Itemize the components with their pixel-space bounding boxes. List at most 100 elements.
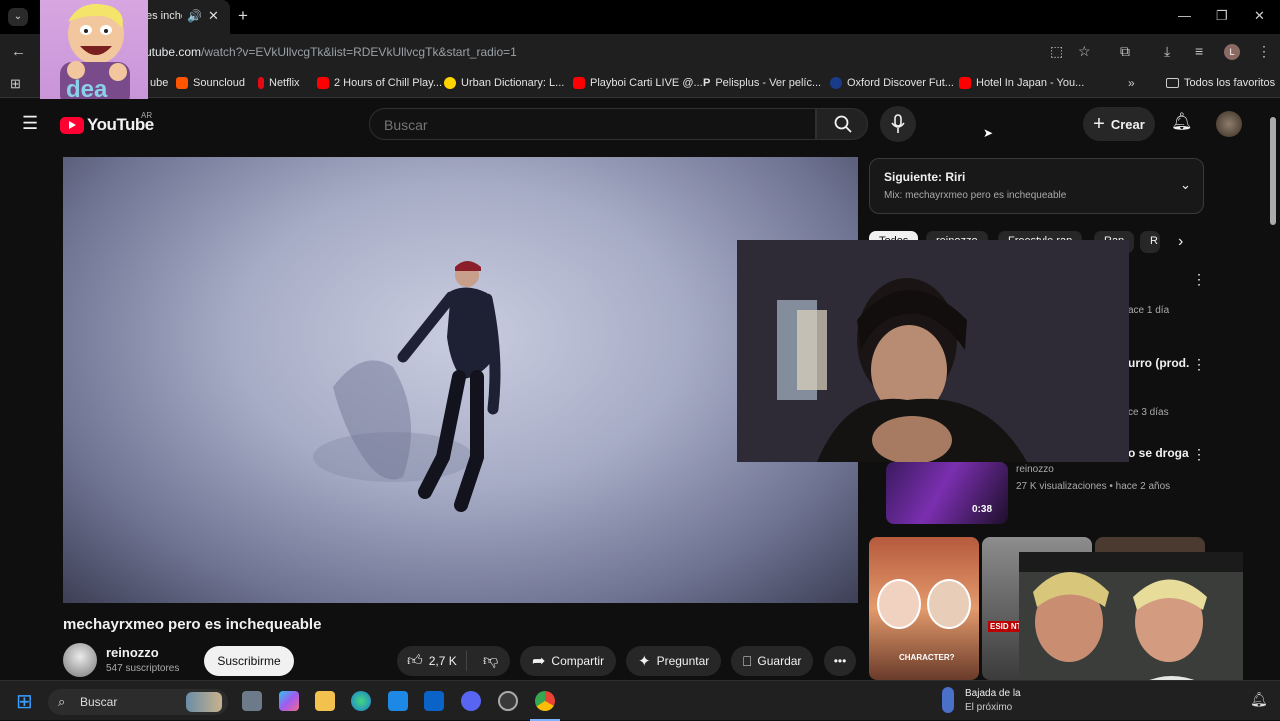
next-up-title: Siguiente: Riri bbox=[884, 170, 966, 184]
subscribe-button[interactable]: Suscribirme bbox=[204, 646, 294, 676]
chips-next-chevron-icon[interactable]: › bbox=[1178, 233, 1183, 251]
create-button[interactable]: + Crear bbox=[1083, 107, 1155, 141]
folder-icon bbox=[1166, 78, 1179, 88]
hamburger-menu-icon[interactable]: ☰ bbox=[22, 113, 38, 134]
tab-title: es inche bbox=[146, 10, 182, 22]
edge-browser-icon[interactable] bbox=[351, 691, 371, 711]
notifications-bell-icon[interactable]: 🔔︎ bbox=[1171, 112, 1193, 132]
like-dislike-group: 👍︎ 2,7 K 👎︎ bbox=[397, 646, 510, 676]
window-restore-icon[interactable]: ❐ bbox=[1216, 8, 1228, 24]
cartoon-avatar-sticker: dea bbox=[40, 0, 148, 105]
bookmark-star-icon[interactable]: ☆ bbox=[1078, 43, 1091, 60]
share-button[interactable]: ➦ Compartir bbox=[520, 646, 617, 676]
search-button[interactable] bbox=[816, 108, 868, 140]
voice-search-button[interactable] bbox=[880, 106, 916, 142]
copilot-icon[interactable] bbox=[279, 691, 299, 711]
task-view-icon[interactable] bbox=[242, 691, 262, 711]
user-avatar[interactable] bbox=[1216, 111, 1242, 137]
related-item-menu-icon[interactable]: ⋮ bbox=[1192, 356, 1206, 373]
duration-label: 0:38 bbox=[972, 504, 993, 515]
taskbar-search[interactable]: ⌕ Buscar bbox=[48, 689, 228, 715]
thumbs-up-icon: 👍︎ bbox=[407, 652, 423, 669]
tab-audio-icon[interactable]: 🔊 bbox=[187, 9, 202, 23]
microsoft-store-icon[interactable] bbox=[388, 691, 408, 711]
save-button[interactable]: ⎕ Guardar bbox=[731, 646, 814, 676]
oxford-icon bbox=[830, 77, 842, 89]
windows-start-icon[interactable]: ⊞ bbox=[16, 689, 33, 714]
tab-close-icon[interactable]: ✕ bbox=[208, 8, 219, 24]
search-input[interactable] bbox=[384, 117, 784, 133]
download-icon[interactable]: ⤓ bbox=[1164, 43, 1170, 60]
chrome-menu-icon[interactable]: ⋮ bbox=[1257, 43, 1271, 60]
notification-app-icon bbox=[942, 687, 954, 713]
urban-dictionary-icon bbox=[444, 77, 456, 89]
bookmark-item[interactable]: P Pelisplus - Ver pelíc... bbox=[703, 77, 821, 89]
soundcloud-icon bbox=[176, 77, 188, 89]
search-icon: ⌕ bbox=[58, 694, 66, 709]
steam-icon[interactable] bbox=[498, 691, 518, 711]
notification-title[interactable]: Bajada de la bbox=[965, 688, 1021, 699]
pelisplus-icon: P bbox=[703, 77, 711, 89]
media-control-icon[interactable]: ≡ bbox=[1195, 43, 1203, 59]
channel-avatar[interactable] bbox=[63, 643, 97, 677]
scrollbar-thumb[interactable] bbox=[1270, 117, 1276, 225]
bookmark-item[interactable]: Oxford Discover Fut... bbox=[830, 77, 954, 89]
channel-name[interactable]: reinozzo bbox=[106, 645, 159, 660]
apps-grid-icon[interactable]: ⊞ bbox=[10, 76, 21, 92]
notification-center-icon[interactable]: 🔔︎ bbox=[1250, 691, 1268, 708]
related-item-menu-icon[interactable]: ⋮ bbox=[1192, 446, 1206, 463]
related-item-channel[interactable]: reinozzo bbox=[1016, 464, 1054, 475]
windows-taskbar: ⊞ ⌕ Buscar Bajada de la El próximo 🔔︎ bbox=[0, 680, 1280, 721]
discord-icon[interactable] bbox=[461, 691, 481, 711]
short-thumbnail[interactable]: CHARACTER? bbox=[869, 537, 979, 680]
more-actions-button[interactable]: ••• bbox=[824, 646, 856, 676]
profile-avatar[interactable]: L bbox=[1224, 44, 1240, 60]
address-bar[interactable]: utube.com/watch?v=EVkUllvcgTk&list=RDEVk… bbox=[145, 45, 517, 59]
ask-button[interactable]: ✦ Preguntar bbox=[626, 646, 722, 676]
bookmark-item[interactable]: Hotel In Japan - You... bbox=[959, 77, 1084, 89]
related-item-menu-icon[interactable]: ⋮ bbox=[1192, 271, 1206, 288]
youtube-icon bbox=[573, 77, 585, 89]
youtube-logo[interactable]: YouTube bbox=[60, 115, 154, 135]
plus-icon: + bbox=[1093, 112, 1105, 135]
window-minimize-icon[interactable]: — bbox=[1178, 8, 1191, 23]
bookmark-item[interactable]: Souncloud bbox=[176, 77, 245, 89]
share-arrow-icon: ➦ bbox=[532, 653, 546, 670]
related-item-thumbnail[interactable]: 0:38 bbox=[886, 462, 1008, 524]
notification-subtitle: El próximo bbox=[965, 702, 1013, 713]
youtube-play-logo-icon bbox=[60, 116, 84, 134]
install-app-icon[interactable]: ⬚ bbox=[1050, 43, 1063, 60]
short-caption: CHARACTER? bbox=[899, 653, 955, 662]
back-arrow-icon[interactable]: ← bbox=[11, 43, 26, 60]
related-item-meta: ace 1 día bbox=[1128, 305, 1170, 316]
youtube-icon bbox=[959, 77, 971, 89]
bookmarks-bar: ⊞ ube Souncloud Netflix 2 Hours of Chill… bbox=[0, 70, 1280, 98]
related-item-title[interactable]: o se droga bbox=[1128, 446, 1189, 460]
playlist-next-panel[interactable]: Siguiente: Riri Mix: mechayrxmeo pero es… bbox=[869, 158, 1204, 214]
extensions-icon[interactable]: ⧉ bbox=[1120, 43, 1130, 60]
bookmark-item[interactable]: Playboi Carti LIVE @... bbox=[573, 77, 703, 89]
chevron-down-icon[interactable]: ⌄ bbox=[1180, 177, 1191, 193]
netflix-icon bbox=[258, 77, 264, 89]
file-explorer-icon[interactable] bbox=[315, 691, 335, 711]
bookmark-item[interactable]: 2 Hours of Chill Play... bbox=[317, 77, 442, 89]
video-title: mechayrxmeo pero es inchequeable bbox=[63, 616, 322, 633]
bookmark-item[interactable]: Urban Dictionary: L... bbox=[444, 77, 564, 89]
search-highlight-icon bbox=[186, 692, 222, 712]
related-item-title[interactable]: urro (prod. bbox=[1128, 356, 1189, 370]
like-button[interactable]: 👍︎ 2,7 K bbox=[397, 651, 467, 671]
chrome-icon[interactable] bbox=[535, 691, 555, 711]
bookmark-item[interactable]: ube bbox=[150, 77, 168, 89]
dislike-button[interactable]: 👎︎ bbox=[473, 652, 498, 670]
window-close-icon[interactable]: ✕ bbox=[1254, 8, 1265, 24]
outlook-icon[interactable] bbox=[424, 691, 444, 711]
tab-search-dropdown[interactable]: ⌄ bbox=[8, 8, 28, 26]
all-bookmarks-folder[interactable]: Todos los favoritos bbox=[1166, 77, 1275, 89]
browser-tab-strip: ⌄ es inche 🔊 ✕ + — ❐ ✕ bbox=[0, 0, 1280, 34]
search-box bbox=[369, 108, 816, 140]
bookmark-item[interactable]: Netflix bbox=[258, 77, 300, 89]
more-bookmarks-chevron-icon[interactable]: » bbox=[1128, 76, 1135, 90]
youtube-icon bbox=[317, 77, 329, 89]
new-tab-button[interactable]: + bbox=[238, 6, 248, 26]
chip-filter[interactable]: R bbox=[1140, 231, 1160, 253]
